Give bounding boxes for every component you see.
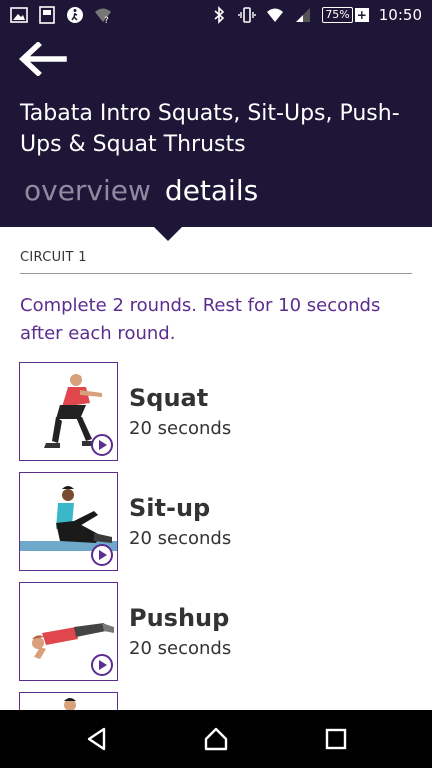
- active-tab-pointer: [154, 227, 182, 241]
- navigation-bar: [0, 710, 432, 768]
- exercise-duration: 20 seconds: [129, 528, 232, 549]
- save-icon: [39, 6, 55, 24]
- exercise-name: Pushup: [129, 604, 230, 632]
- gallery-icon: [10, 7, 28, 23]
- signal-icon: [296, 8, 311, 22]
- exercise-thumbnail[interactable]: [19, 472, 118, 571]
- exercise-thumbnail[interactable]: [19, 362, 118, 461]
- exercise-item-sit-up[interactable]: Sit-up 20 seconds: [19, 472, 419, 571]
- exercise-item-pushup[interactable]: Pushup 20 seconds: [19, 582, 419, 681]
- circuit-description: Complete 2 rounds. Rest for 10 seconds a…: [20, 295, 381, 344]
- play-icon[interactable]: [91, 654, 113, 676]
- bluetooth-icon: [214, 6, 225, 24]
- wifi-icon: [267, 8, 284, 22]
- battery-icon: 75% +: [322, 7, 369, 23]
- walk-icon: [67, 7, 83, 23]
- divider: [20, 273, 412, 274]
- status-bar: ? 75% + 10:50: [0, 0, 432, 30]
- exercise-thumbnail[interactable]: [19, 582, 118, 681]
- exercise-duration: 20 seconds: [129, 418, 232, 439]
- tab-details[interactable]: details: [165, 174, 258, 207]
- exercise-item-squat[interactable]: Squat 20 seconds: [19, 362, 419, 461]
- battery-level: 75%: [322, 7, 353, 23]
- exercise-duration: 20 seconds: [129, 638, 232, 659]
- play-icon[interactable]: [91, 544, 113, 566]
- system-icons: 75% + 10:50: [210, 6, 422, 24]
- back-nav-icon[interactable]: [84, 726, 110, 752]
- app-header: Tabata Intro Squats, Sit-Ups, Push-Ups &…: [0, 30, 432, 227]
- circuit-label: CIRCUIT 1: [20, 250, 87, 265]
- vibrate-icon: [238, 7, 257, 23]
- wifi-question-icon: ?: [95, 8, 111, 24]
- home-icon[interactable]: [203, 726, 229, 752]
- page-title: Tabata Intro Squats, Sit-Ups, Push-Ups &…: [20, 101, 400, 157]
- exercise-name: Squat: [129, 384, 209, 412]
- play-icon[interactable]: [91, 434, 113, 456]
- clock: 10:50: [378, 6, 422, 24]
- tab-bar: overview details: [24, 174, 258, 207]
- back-arrow-icon[interactable]: [18, 42, 68, 76]
- svg-text:?: ?: [104, 16, 109, 24]
- charging-icon: +: [354, 8, 369, 22]
- notification-icons: ?: [10, 6, 112, 24]
- tab-overview[interactable]: overview: [24, 174, 151, 207]
- exercise-name: Sit-up: [129, 494, 211, 522]
- recent-apps-icon[interactable]: [323, 726, 349, 752]
